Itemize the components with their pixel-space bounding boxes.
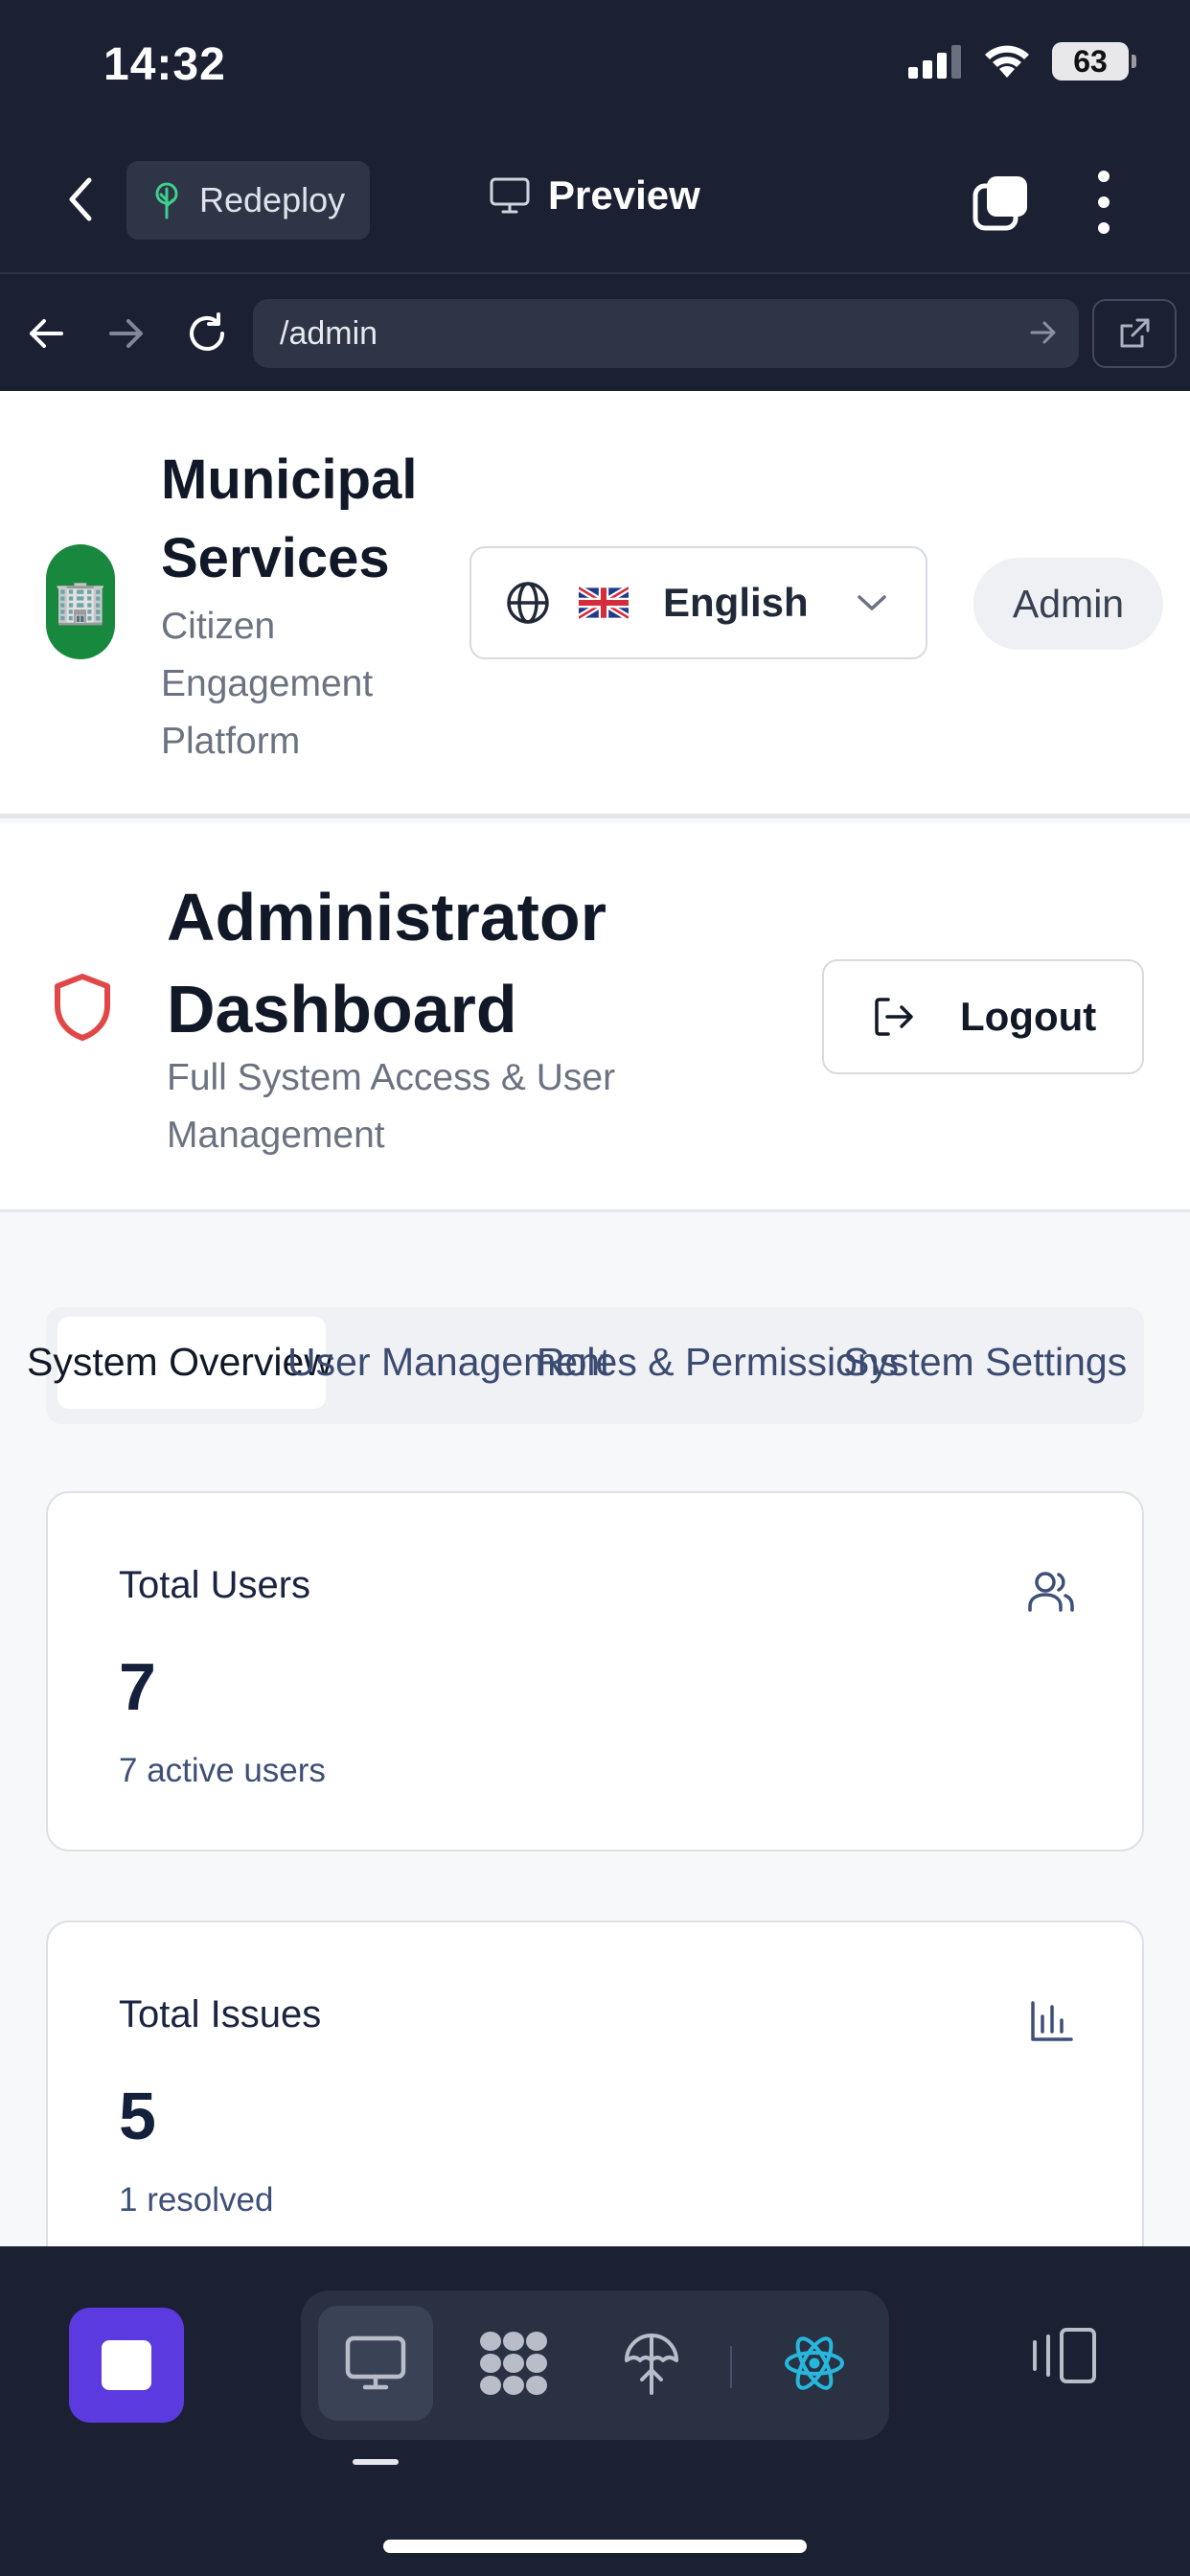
stat-card-total-issues: Total Issues 5 1 resolved — [46, 1920, 1144, 2246]
building-logo-icon: 🏢 — [46, 544, 115, 659]
preview-view-button[interactable] — [318, 2306, 433, 2421]
language-label: English — [663, 580, 809, 625]
stat-note: 7 active users — [119, 1752, 326, 1789]
devices-icon — [1033, 2328, 1096, 2383]
stat-value: 5 — [119, 2079, 156, 2153]
monitor-icon — [490, 177, 530, 214]
stacked-squares-icon — [973, 176, 1027, 231]
preview-label: Preview — [548, 172, 700, 218]
grid-icon — [480, 2332, 547, 2395]
page-subtitle: Full System Access & User Management — [167, 1057, 616, 1156]
logout-button[interactable]: Logout — [822, 959, 1144, 1074]
reload-icon — [190, 312, 224, 351]
reload-button[interactable] — [182, 309, 232, 358]
stop-square-icon — [102, 2340, 151, 2390]
logout-icon — [875, 998, 913, 1036]
arrow-left-icon — [30, 319, 63, 348]
react-view-button[interactable] — [757, 2306, 872, 2421]
toolbar-divider — [730, 2346, 732, 2388]
open-external-button[interactable] — [1092, 299, 1177, 368]
deploy-icon — [625, 2334, 678, 2395]
site-header: 🏢 Municipal Services Citizen Engagement … — [0, 391, 1190, 818]
go-arrow-icon[interactable] — [1029, 316, 1058, 349]
back-button[interactable] — [56, 171, 105, 228]
uk-flag-icon — [579, 586, 629, 619]
monitor-icon — [345, 2335, 406, 2390]
active-view-indicator — [353, 2459, 399, 2465]
status-time: 14:32 — [103, 39, 226, 90]
more-options-button[interactable] — [1085, 171, 1123, 234]
stat-note: 1 resolved — [119, 2181, 274, 2219]
more-dot-icon — [1098, 222, 1110, 234]
device-toggle-button[interactable] — [1021, 2315, 1102, 2396]
redeploy-button[interactable]: Redeploy — [126, 161, 370, 240]
home-indicator — [383, 2540, 807, 2553]
tabs-button[interactable] — [972, 172, 1031, 232]
more-dot-icon — [1098, 196, 1110, 208]
shield-icon — [55, 974, 110, 1041]
app-top-chrome: 14:32 63 Redeploy Preview /admin — [0, 0, 1190, 391]
site-title: Municipal Services — [161, 448, 418, 589]
redeploy-label: Redeploy — [199, 180, 346, 219]
stat-label: Total Users — [119, 1564, 311, 1606]
react-icon — [785, 2336, 844, 2390]
arrow-right-icon — [109, 319, 143, 348]
chevron-down-icon — [858, 595, 886, 610]
deploy-view-button[interactable] — [594, 2306, 709, 2421]
browser-back-button[interactable] — [21, 309, 71, 358]
status-icons: 63 — [908, 42, 1136, 80]
web-content: 🏢 Municipal Services Citizen Engagement … — [0, 391, 1190, 2246]
more-dot-icon — [1098, 171, 1110, 182]
role-badge: Admin — [973, 558, 1163, 650]
site-subtitle: Citizen Engagement Platform — [161, 606, 374, 762]
browser-forward-button[interactable] — [102, 309, 151, 358]
wifi-icon — [985, 45, 1029, 78]
stat-card-total-users: Total Users 7 7 active users — [46, 1491, 1144, 1852]
view-mode-group — [301, 2290, 889, 2440]
signal-icon — [908, 45, 961, 79]
chevron-left-icon — [69, 177, 92, 221]
url-field[interactable]: /admin — [253, 299, 1079, 368]
tab-system-settings[interactable]: System Settings — [843, 1340, 1127, 1385]
stop-button[interactable] — [69, 2308, 184, 2423]
logout-label: Logout — [960, 994, 1097, 1039]
external-link-icon — [1120, 318, 1150, 348]
bottom-toolbar — [0, 2246, 1190, 2576]
tree-icon — [155, 182, 178, 219]
users-icon — [1028, 1572, 1074, 1612]
stat-label: Total Issues — [119, 1993, 322, 2036]
stat-value: 7 — [119, 1649, 156, 1724]
battery-indicator: 63 — [1052, 42, 1136, 80]
nodes-view-button[interactable] — [456, 2306, 571, 2421]
dashboard-header: Administrator Dashboard Full System Acce… — [0, 823, 1190, 1212]
url-text: /admin — [280, 314, 378, 352]
browser-bar: /admin — [0, 272, 1190, 391]
bar-chart-icon — [1031, 2001, 1073, 2041]
preview-mode-button[interactable]: Preview — [489, 172, 700, 218]
page-title: Administrator Dashboard — [167, 880, 606, 1046]
globe-icon — [507, 582, 549, 624]
language-select[interactable]: English — [469, 546, 927, 659]
